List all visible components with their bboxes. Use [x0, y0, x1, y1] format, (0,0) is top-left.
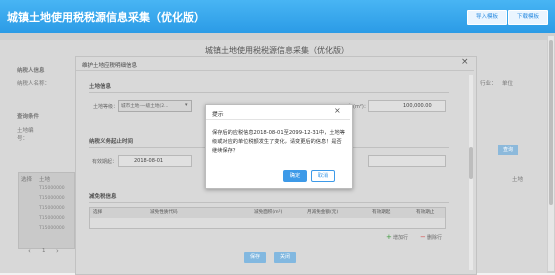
plus-icon[interactable]: +: [386, 233, 392, 241]
app-title: 城镇土地使用税税源信息采集（优化版）: [7, 11, 205, 24]
chevron-down-icon[interactable]: ▾: [185, 102, 188, 108]
prompt-divider: [206, 119, 350, 120]
relief-col-code: 减免性质代码: [150, 210, 178, 215]
table-row[interactable]: T15000000: [39, 206, 79, 214]
import-template-button[interactable]: 导入模板: [467, 10, 508, 25]
prev-page-icon[interactable]: ‹: [28, 247, 31, 255]
save-button[interactable]: 保存: [244, 252, 266, 263]
table-row[interactable]: T15000000: [39, 216, 79, 224]
close-icon[interactable]: ×: [461, 57, 469, 67]
industry-label: 行业：: [480, 81, 497, 87]
close-icon[interactable]: ×: [334, 106, 341, 115]
relief-table-row[interactable]: [89, 218, 446, 229]
download-template-button[interactable]: 下载模板: [508, 10, 549, 25]
confirm-button[interactable]: 确定: [283, 170, 307, 182]
relief-col-select: 选择: [93, 210, 103, 215]
relief-section-title: 减免税信息: [89, 194, 117, 200]
delete-row-button[interactable]: 删除行: [427, 234, 442, 241]
industry-value: 单位: [502, 81, 514, 87]
relief-col-valid-from: 有效期起: [372, 210, 391, 215]
table-header-select: 选择: [21, 177, 33, 183]
area-value: 100,000.00: [403, 103, 432, 109]
next-page-icon[interactable]: ›: [56, 247, 59, 255]
relief-col-area: 减免面积(m²): [254, 210, 283, 215]
query-conditions-heading: 查询条件: [17, 114, 40, 120]
land-info-section-title: 土地信息: [89, 84, 112, 90]
taxpayer-info-heading: 纳税人信息: [17, 68, 45, 74]
relief-col-amount: 月减免金额(元): [307, 210, 339, 215]
background-page-title: 城镇土地使用税税源信息采集（优化版）: [205, 46, 349, 55]
valid-to-input[interactable]: [368, 155, 446, 167]
relief-col-valid-to: 有效期止: [416, 210, 435, 215]
taxpayer-name-label: 纳税人名称：: [17, 81, 51, 87]
minus-icon[interactable]: −: [420, 233, 426, 241]
table-header-land: 土地: [39, 177, 51, 183]
section-divider: [89, 92, 449, 93]
valid-from-value: 2018-08-01: [134, 158, 164, 164]
modal-scrollbar[interactable]: [469, 75, 473, 270]
table-row[interactable]: T15000000: [39, 186, 79, 194]
modal-divider: [76, 70, 474, 71]
prompt-message: 保存后的应税信息2018-08-01至2099-12-31中，土地等级或对应的单…: [212, 130, 345, 154]
land-grade-label: 土地等级：: [93, 104, 119, 110]
cancel-button[interactable]: 取消: [311, 170, 335, 182]
table-row[interactable]: T15000000: [39, 196, 79, 204]
table-header-land-right: 土地: [512, 177, 524, 183]
valid-from-label: 有效期起：: [92, 159, 118, 165]
prompt-title: 提示: [212, 112, 224, 118]
page-scrollbar[interactable]: [548, 36, 554, 271]
section-divider: [89, 202, 449, 203]
close-button[interactable]: 关闭: [274, 252, 296, 263]
table-row[interactable]: T15000000: [39, 226, 79, 234]
app-header: 城镇土地使用税税源信息采集（优化版） 导入模板 下载模板: [0, 0, 555, 33]
query-button[interactable]: 查询: [498, 145, 518, 155]
land-grade-value: 城市土地-一级土地(2...: [121, 104, 169, 109]
land-detail-modal-title: 维护土地应税明细信息: [82, 63, 138, 69]
land-no-label: 土地编号：: [17, 128, 34, 142]
tax-period-section-title: 纳税义务起止时间: [89, 139, 134, 145]
page-number[interactable]: 1: [42, 248, 46, 254]
add-row-button[interactable]: 增加行: [393, 234, 408, 241]
